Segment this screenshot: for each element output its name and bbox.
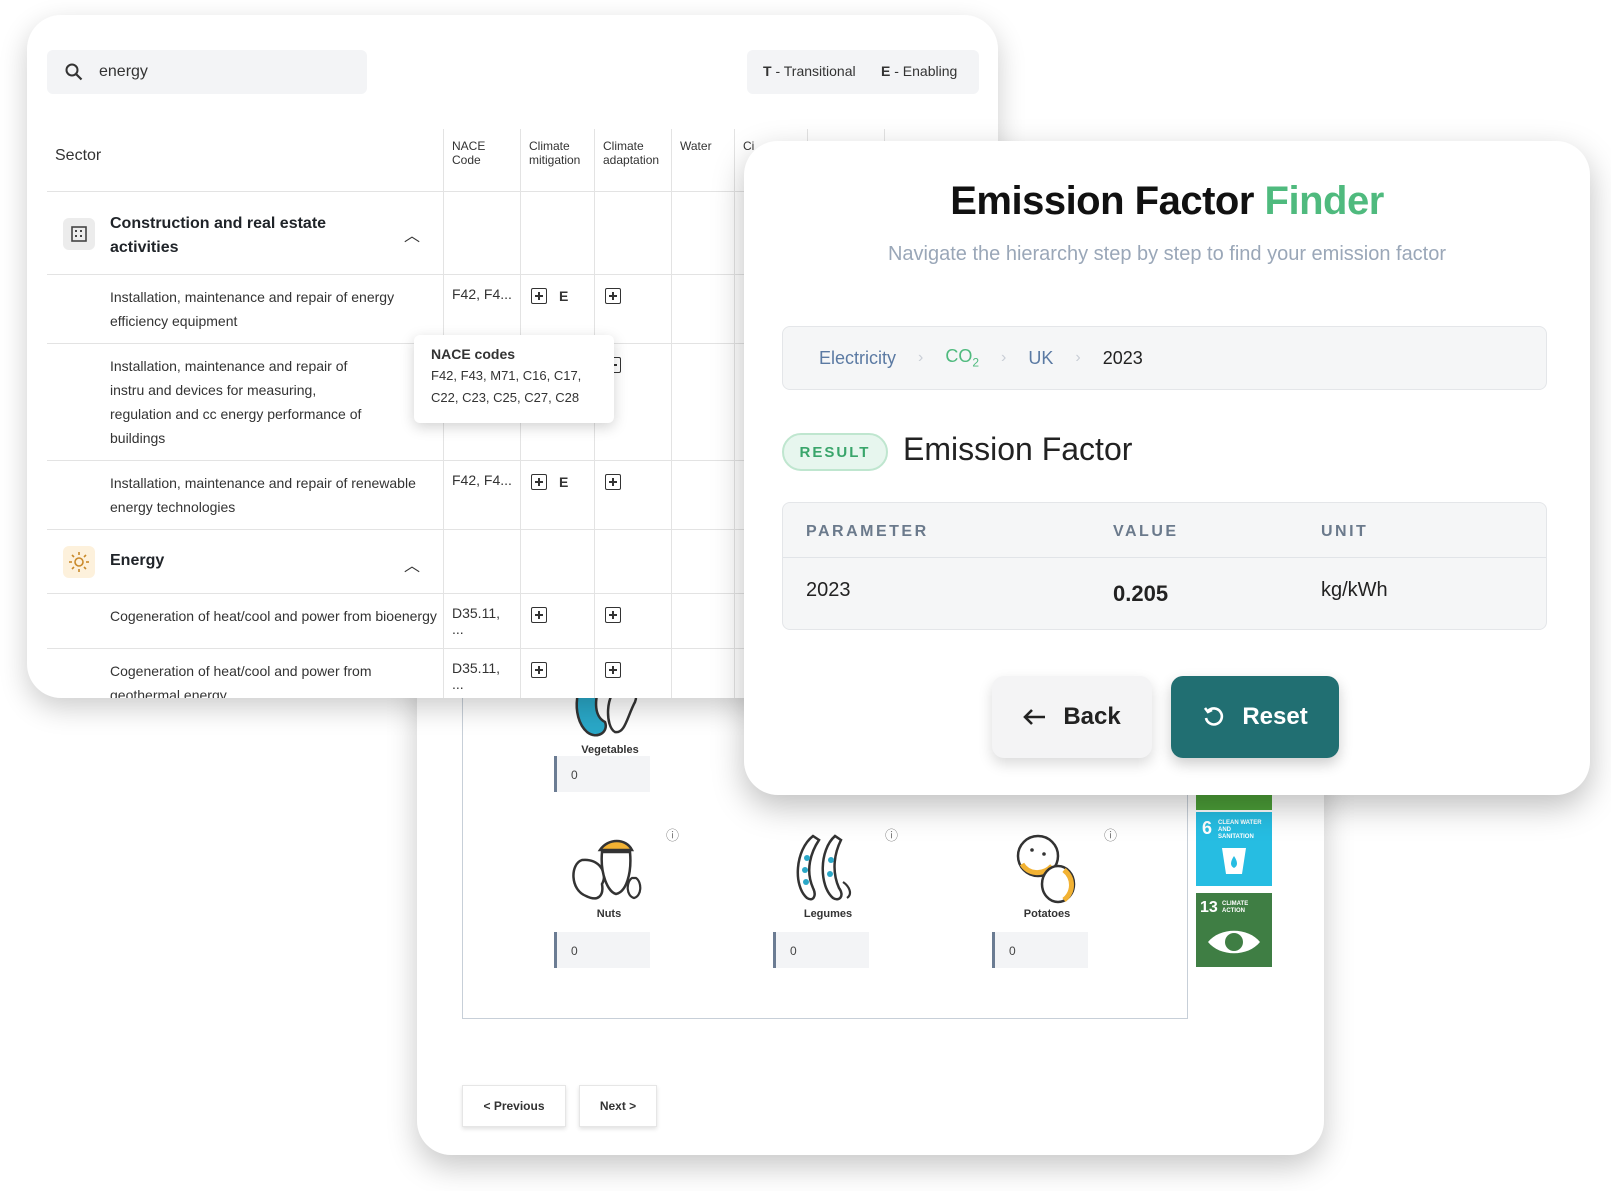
result-badge: RESULT bbox=[782, 433, 888, 471]
info-icon[interactable]: ⓘ bbox=[885, 825, 898, 844]
search-input[interactable]: energy bbox=[47, 50, 367, 94]
sdg-title: CLIMATE ACTION bbox=[1222, 901, 1249, 914]
food-label: Nuts bbox=[596, 908, 622, 920]
sdg-title: CLEAN WATER AND SANITATION bbox=[1218, 820, 1262, 840]
cell-parameter: 2023 bbox=[806, 579, 851, 601]
header-value: VALUE bbox=[1113, 523, 1179, 540]
reset-button[interactable]: Reset bbox=[1171, 676, 1339, 758]
sector-name: Construction and real estate activities bbox=[110, 215, 327, 256]
quantity-input[interactable]: 0 bbox=[773, 932, 869, 968]
breadcrumb-separator: › bbox=[1075, 349, 1081, 366]
expand-icon[interactable] bbox=[531, 607, 547, 624]
page-title: Emission Factor Finder bbox=[744, 179, 1590, 224]
result-title: Emission Factor bbox=[903, 431, 1133, 467]
food-item-nuts: Nuts bbox=[549, 830, 669, 920]
potatoes-icon bbox=[1016, 834, 1076, 904]
header-unit: UNIT bbox=[1321, 523, 1369, 540]
food-item-legumes: Legumes bbox=[768, 830, 888, 920]
enabling-flag: E bbox=[559, 288, 569, 305]
expand-icon[interactable] bbox=[605, 662, 621, 679]
breadcrumb-uk[interactable]: UK bbox=[1028, 348, 1053, 369]
expand-icon[interactable] bbox=[531, 288, 547, 305]
nace-code: D35.11, ... bbox=[443, 648, 521, 698]
col-mitigation: Climate mitigation bbox=[520, 129, 595, 192]
cell-unit: kg/kWh bbox=[1321, 579, 1388, 601]
nuts-icon bbox=[572, 839, 642, 900]
sdg-tile-13: 13 CLIMATE ACTION bbox=[1196, 893, 1272, 967]
tooltip-line: F42, F43, M71, C16, C17, bbox=[431, 368, 582, 383]
legend-enabling: E - Enabling bbox=[881, 63, 958, 79]
back-button[interactable]: Back bbox=[992, 676, 1152, 758]
title-accent: Finder bbox=[1264, 179, 1385, 223]
legumes-icon bbox=[796, 834, 852, 901]
emission-finder-card: Emission Factor Finder Navigate the hier… bbox=[744, 141, 1590, 795]
arrow-left-icon bbox=[1023, 709, 1046, 725]
result-table: PARAMETER VALUE UNIT 2023 0.205 kg/kWh bbox=[782, 502, 1547, 630]
header-parameter: PARAMETER bbox=[806, 523, 929, 540]
col-adaptation: Climate adaptation bbox=[594, 129, 672, 192]
nace-tooltip: NACE codes F42, F43, M71, C16, C17, C22,… bbox=[414, 335, 614, 423]
nace-code: F42, F4... bbox=[443, 274, 521, 344]
sector-name: Energy bbox=[110, 552, 165, 569]
table-divider bbox=[783, 557, 1546, 558]
breadcrumb: Electricity › CO2 › UK › 2023 bbox=[782, 326, 1547, 390]
chevron-up-icon[interactable]: ︿ bbox=[404, 222, 420, 246]
sector-cell[interactable]: Energy ︿ bbox=[47, 529, 444, 594]
page-subtitle: Navigate the hierarchy step by step to f… bbox=[887, 243, 1447, 265]
info-icon[interactable]: ⓘ bbox=[1104, 825, 1117, 844]
expand-icon[interactable] bbox=[531, 662, 547, 679]
cell-value: 0.205 bbox=[1113, 581, 1169, 606]
breadcrumb-co2[interactable]: CO2 bbox=[945, 346, 979, 370]
title-main: Emission Factor bbox=[950, 179, 1254, 223]
search-value: energy bbox=[99, 63, 148, 80]
breadcrumb-separator: › bbox=[1001, 349, 1007, 366]
activity-name: Installation, maintenance and repair of … bbox=[110, 358, 362, 446]
back-label: Back bbox=[1063, 703, 1121, 730]
sun-icon bbox=[63, 546, 95, 578]
next-button[interactable]: Next > bbox=[579, 1085, 657, 1127]
building-icon bbox=[63, 218, 95, 250]
expand-icon[interactable] bbox=[605, 607, 621, 624]
breadcrumb-electricity[interactable]: Electricity bbox=[819, 348, 896, 369]
chevron-up-icon[interactable]: ︿ bbox=[404, 552, 420, 576]
tooltip-line: C22, C23, C25, C27, C28 bbox=[431, 390, 580, 405]
legend-transitional: T - Transitional bbox=[763, 63, 856, 79]
col-water: Water bbox=[671, 129, 735, 192]
food-item-potatoes: Potatoes bbox=[987, 830, 1107, 920]
enabling-flag: E bbox=[559, 474, 569, 491]
expand-icon[interactable] bbox=[531, 474, 547, 491]
quantity-input[interactable]: 0 bbox=[992, 932, 1088, 968]
breadcrumb-separator: › bbox=[918, 349, 924, 366]
sdg-number: 13 bbox=[1200, 899, 1218, 916]
reset-label: Reset bbox=[1242, 703, 1308, 730]
quantity-input[interactable]: 0 bbox=[554, 756, 650, 792]
nace-code: D35.11, ... bbox=[443, 593, 521, 649]
previous-button[interactable]: < Previous bbox=[462, 1085, 566, 1127]
reset-icon bbox=[1204, 707, 1224, 726]
sdg-tile-6: 6 CLEAN WATER AND SANITATION bbox=[1196, 812, 1272, 886]
tooltip-title: NACE codes bbox=[431, 346, 516, 362]
expand-icon[interactable] bbox=[605, 288, 621, 305]
nace-code: F42, F4... bbox=[443, 460, 521, 530]
activity-name: Installation, maintenance and repair of … bbox=[110, 289, 395, 329]
food-label: Vegetables bbox=[581, 744, 639, 756]
eye-globe-icon bbox=[1208, 930, 1260, 954]
activity-name: Installation, maintenance and repair of … bbox=[110, 475, 416, 515]
search-icon bbox=[65, 63, 83, 81]
legend: T - Transitional E - Enabling bbox=[747, 50, 979, 94]
food-label: Legumes bbox=[803, 908, 853, 920]
expand-icon[interactable] bbox=[605, 474, 621, 491]
activity-name: Cogeneration of heat/cool and power from… bbox=[110, 608, 437, 624]
water-icon bbox=[1222, 848, 1246, 874]
activity-name: Cogeneration of heat/cool and power from… bbox=[110, 663, 372, 698]
quantity-input[interactable]: 0 bbox=[554, 932, 650, 968]
col-sector: Sector bbox=[47, 129, 444, 192]
info-icon[interactable]: ⓘ bbox=[666, 825, 679, 844]
food-label: Potatoes bbox=[1023, 908, 1071, 920]
sdg-number: 6 bbox=[1202, 818, 1213, 838]
col-nace: NACE Code bbox=[443, 129, 521, 192]
breadcrumb-year: 2023 bbox=[1102, 347, 1143, 368]
sector-cell[interactable]: Construction and real estate activities … bbox=[47, 191, 444, 275]
